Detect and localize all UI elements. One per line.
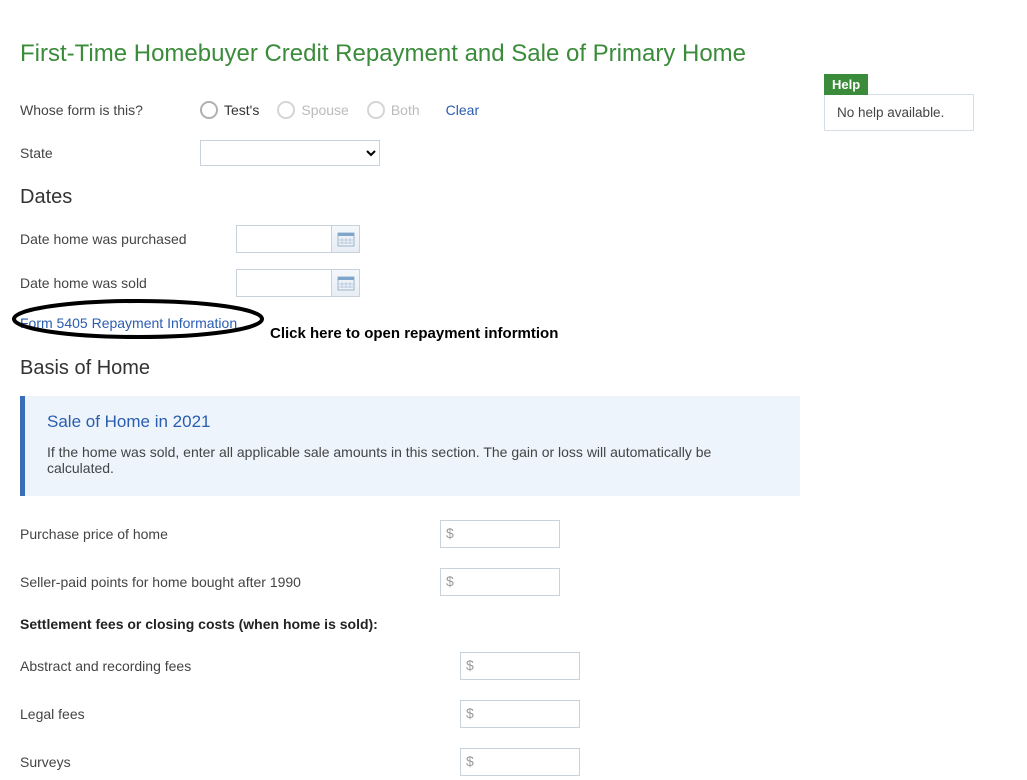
legal-fees-row: Legal fees $ [20, 700, 810, 728]
purchase-price-label: Purchase price of home [20, 526, 440, 542]
clear-link[interactable]: Clear [446, 102, 479, 118]
form-5405-repayment-link[interactable]: Form 5405 Repayment Information [20, 313, 237, 333]
callout-body: If the home was sold, enter all applicab… [47, 444, 778, 476]
state-label: State [20, 145, 200, 161]
calendar-icon[interactable] [332, 269, 360, 297]
help-badge: Help [824, 74, 868, 95]
surveys-row: Surveys $ [20, 748, 810, 776]
settlement-fees-heading: Settlement fees or closing costs (when h… [20, 616, 810, 632]
page-title: First-Time Homebuyer Credit Repayment an… [20, 40, 810, 68]
radio-label-both: Both [391, 102, 420, 118]
radio-spouse: Spouse [277, 101, 348, 119]
radio-tests[interactable]: Test's [200, 101, 259, 119]
whose-form-label: Whose form is this? [20, 102, 200, 118]
whose-form-row: Whose form is this? Test's Spouse Both C… [20, 98, 810, 122]
seller-points-row: Seller-paid points for home bought after… [20, 568, 810, 596]
date-purchased-row: Date home was purchased [20, 225, 810, 253]
dates-heading: Dates [20, 186, 810, 209]
annotation-text: Click here to open repayment informtion [270, 325, 558, 342]
legal-fees-input[interactable] [460, 700, 580, 728]
radio-icon [367, 101, 385, 119]
repayment-link-wrap: Form 5405 Repayment Information Click he… [20, 313, 810, 353]
radio-label-spouse: Spouse [301, 102, 348, 118]
surveys-label: Surveys [20, 754, 460, 770]
date-purchased-input[interactable] [236, 225, 332, 253]
date-sold-row: Date home was sold [20, 269, 810, 297]
state-row: State [20, 140, 810, 166]
help-panel: Help No help available. [824, 74, 974, 131]
legal-fees-label: Legal fees [20, 706, 460, 722]
seller-points-input[interactable] [440, 568, 560, 596]
surveys-input[interactable] [460, 748, 580, 776]
radio-icon [200, 101, 218, 119]
radio-label-tests: Test's [224, 102, 259, 118]
basis-heading: Basis of Home [20, 357, 810, 380]
abstract-fees-input[interactable] [460, 652, 580, 680]
abstract-fees-row: Abstract and recording fees $ [20, 652, 810, 680]
help-body: No help available. [824, 94, 974, 131]
date-purchased-label: Date home was purchased [20, 231, 236, 247]
seller-points-label: Seller-paid points for home bought after… [20, 574, 440, 590]
date-sold-input[interactable] [236, 269, 332, 297]
purchase-price-row: Purchase price of home $ [20, 520, 810, 548]
whose-form-radio-group: Test's Spouse Both Clear [200, 101, 479, 119]
abstract-fees-label: Abstract and recording fees [20, 658, 460, 674]
radio-both: Both [367, 101, 420, 119]
calendar-icon[interactable] [332, 225, 360, 253]
sale-of-home-callout: Sale of Home in 2021 If the home was sol… [20, 396, 800, 496]
radio-icon [277, 101, 295, 119]
date-sold-label: Date home was sold [20, 275, 236, 291]
purchase-price-input[interactable] [440, 520, 560, 548]
callout-title: Sale of Home in 2021 [47, 412, 778, 432]
state-select[interactable] [200, 140, 380, 166]
